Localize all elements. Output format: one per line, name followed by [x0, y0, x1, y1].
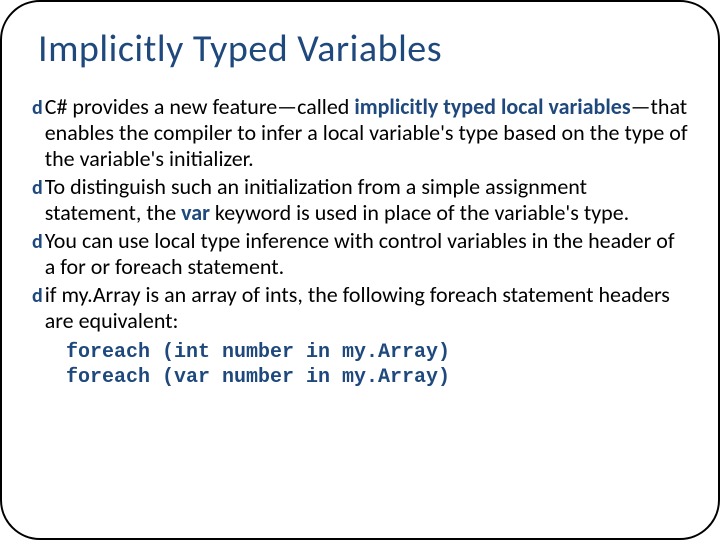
code-line: foreach (int number in my.Array) — [66, 341, 450, 364]
text-run: C# provides a new feature—called — [45, 93, 355, 120]
bullet-text: You can use local type inference with co… — [45, 228, 688, 280]
code-block: foreach (int number in my.Array) foreach… — [66, 340, 688, 390]
bullet-text: if my.Array is an array of ints, the fol… — [45, 282, 688, 334]
bullet-icon: d — [32, 231, 43, 255]
bullet-text: To distinguish such an initialization fr… — [45, 174, 688, 226]
slide-body: d C# provides a new feature—called impli… — [32, 94, 688, 390]
bullet-item: d To distinguish such an initialization … — [32, 174, 688, 226]
code-line: foreach (var number in my.Array) — [66, 366, 450, 389]
bullet-icon: d — [32, 97, 43, 121]
text-run: keyword is used in place of the variable… — [210, 199, 629, 226]
bullet-icon: d — [32, 285, 43, 309]
bullet-text: C# provides a new feature—called implici… — [45, 94, 688, 172]
bullet-icon: d — [32, 177, 43, 201]
bullet-item: d if my.Array is an array of ints, the f… — [32, 282, 688, 334]
slide-title: Implicitly Typed Variables — [38, 26, 688, 72]
slide-frame: Implicitly Typed Variables d C# provides… — [0, 0, 720, 540]
emphasis-text: implicitly typed local variables — [354, 93, 630, 120]
bullet-item: d C# provides a new feature—called impli… — [32, 94, 688, 172]
keyword-text: var — [181, 199, 210, 226]
bullet-item: d You can use local type inference with … — [32, 228, 688, 280]
